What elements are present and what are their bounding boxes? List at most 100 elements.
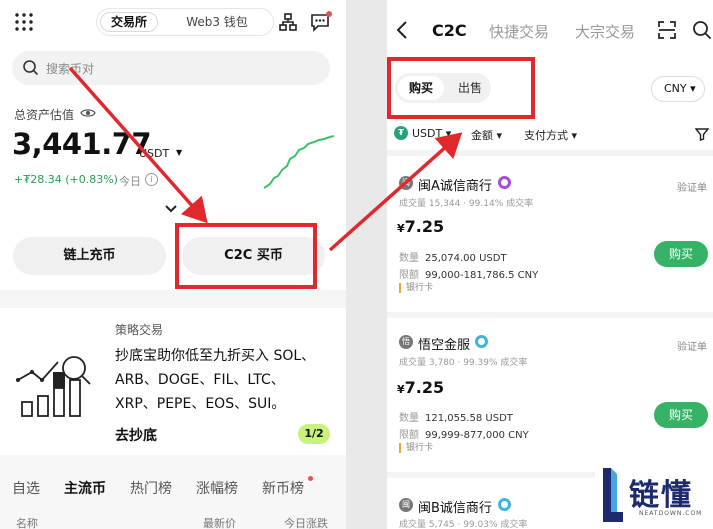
go-buy-dip-link[interactable]: 去抄底 [115, 425, 157, 445]
merchant-avatar: 闽 [399, 498, 413, 512]
tab-new-listings[interactable]: 新币榜 [262, 478, 304, 498]
tab-gainers[interactable]: 涨幅榜 [196, 478, 238, 498]
quantity-value: 25,074.00 USDT [425, 253, 507, 264]
merchant-stats: 成交量 15,344 · 99.14% 成交率 [399, 199, 534, 209]
notification-dot [326, 11, 332, 17]
section-divider [0, 290, 346, 308]
quantity-label: 数量 [399, 413, 419, 424]
search-icon[interactable] [692, 20, 712, 40]
verified-order-label: 验证单 [677, 183, 707, 194]
coin-filter[interactable]: USDT ▾ [412, 127, 451, 140]
neatdown-logo: 链懂 NEATDOWN.COM [595, 462, 713, 529]
asset-sparkline [263, 135, 334, 189]
buy-button[interactable]: 购买 [654, 241, 708, 267]
limit-value: 99,000-181,786.5 CNY [425, 270, 539, 281]
tab-favorites[interactable]: 自选 [12, 478, 40, 498]
total-asset-label: 总资产估值 [14, 108, 75, 122]
mode-switch: 交易所 Web3 钱包 [96, 8, 274, 36]
limit-label: 限额 [399, 270, 419, 281]
price-currency-symbol: ¥ [397, 222, 405, 235]
merchant-avatar: 悟 [399, 335, 413, 349]
screenshot-stage: 交易所 Web3 钱包 搜索币对 总资产估值 3,441.77 USDT ▼ +… [0, 0, 713, 529]
list-divider [387, 150, 713, 156]
column-today-change: 今日涨跌 [284, 517, 328, 529]
payment-method: 银行卡 [399, 283, 433, 293]
search-placeholder: 搜索币对 [46, 62, 95, 76]
scan-icon[interactable] [657, 20, 677, 40]
merchant-quantity: 数量 121,055.58 USDT [399, 409, 513, 424]
column-name: 名称 [16, 517, 38, 529]
strategy-description: 抄底宝助你低至九折买入 SOL、 ARB、DOGE、FIL、LTC、 XRP、P… [115, 344, 335, 416]
merchant-price: ¥7.25 [397, 378, 444, 397]
strategy-line-1: 抄底宝助你低至九折买入 SOL、 [115, 348, 316, 364]
amount-filter[interactable]: 金额 ▾ [471, 127, 502, 143]
limit-value: 99,999-877,000 CNY [425, 430, 529, 441]
list-divider [387, 312, 713, 318]
tab-web3-wallet[interactable]: Web3 钱包 [167, 12, 267, 32]
amount-filter-label: 金额 [471, 129, 493, 142]
merchant-price: ¥7.25 [397, 217, 444, 236]
onchain-deposit-button[interactable]: 链上充币 [13, 237, 166, 275]
info-icon[interactable]: i [145, 173, 158, 186]
search-icon [23, 60, 39, 76]
strategy-line-2: ARB、DOGE、FIL、LTC、 [115, 372, 285, 388]
tab-block-trade[interactable]: 大宗交易 [575, 21, 635, 42]
strategy-illustration-icon [16, 356, 91, 417]
limit-label: 限额 [399, 430, 419, 441]
network-icon[interactable] [278, 12, 298, 32]
asset-unit-selector[interactable]: USDT [139, 147, 169, 160]
today-label: 今日 [119, 175, 141, 188]
tab-hot[interactable]: 热门榜 [130, 478, 172, 498]
filter-funnel-icon[interactable] [695, 127, 709, 141]
chevron-down-icon[interactable] [164, 204, 178, 214]
tab-c2c[interactable]: C2C [432, 21, 467, 40]
search-input[interactable]: 搜索币对 [12, 51, 330, 85]
merchant-badge-icon [498, 176, 511, 189]
logo-l-mark-icon [603, 468, 623, 522]
strategy-line-3: XRP、PEPE、EOS、SUI。 [115, 396, 286, 412]
c2c-trade-screen: C2C 快捷交易 大宗交易 购买 出售 CNY ▾ ₮ USDT ▾ 金额 ▾ … [387, 0, 713, 529]
back-arrow-icon[interactable] [395, 20, 409, 40]
c2c-highlight-box [175, 223, 317, 289]
price-value: 7.25 [404, 378, 445, 397]
merchant-quantity: 数量 25,074.00 USDT [399, 249, 507, 264]
merchant-limit: 限额 99,000-181,786.5 CNY [399, 266, 538, 281]
merchant-stats: 成交量 3,780 · 99.39% 成交率 [399, 358, 528, 368]
buy-sell-highlight-box [387, 57, 535, 119]
price-value: 7.25 [404, 217, 445, 236]
caret-down-icon: ▼ [176, 148, 183, 157]
verified-order-label: 验证单 [677, 342, 707, 353]
usdt-coin-icon: ₮ [394, 126, 408, 140]
logo-english-text: NEATDOWN.COM [639, 510, 703, 517]
exchange-home-screen: 交易所 Web3 钱包 搜索币对 总资产估值 3,441.77 USDT ▼ +… [0, 0, 346, 529]
currency-label: CNY [664, 82, 687, 95]
tab-exchange[interactable]: 交易所 [100, 12, 158, 32]
strategy-title: 策略交易 [115, 323, 164, 337]
payment-filter-label: 支付方式 [524, 129, 568, 142]
currency-selector[interactable]: CNY ▾ [651, 76, 705, 102]
apps-grid-icon[interactable] [14, 12, 34, 32]
payment-filter[interactable]: 支付方式 ▾ [524, 127, 577, 143]
quantity-value: 121,055.58 USDT [425, 413, 513, 424]
logo-chinese-text: 链懂 [629, 478, 693, 513]
quantity-label: 数量 [399, 253, 419, 264]
merchant-badge-icon [475, 335, 488, 348]
price-currency-symbol: ¥ [397, 383, 405, 396]
merchant-badge-icon [498, 498, 511, 511]
payment-method: 银行卡 [399, 443, 433, 453]
merchant-name[interactable]: 悟空金服 [418, 334, 470, 353]
tab-quick-trade[interactable]: 快捷交易 [489, 21, 549, 42]
merchant-name[interactable]: 闽B诚信商行 [418, 497, 492, 516]
tab-mainstream[interactable]: 主流币 [64, 478, 106, 498]
eye-icon[interactable] [80, 107, 96, 119]
carousel-pager: 1/2 [298, 424, 330, 444]
coin-filter-label: USDT [412, 127, 443, 140]
merchant-avatar: 闽 [399, 176, 413, 190]
buy-button[interactable]: 购买 [654, 402, 708, 428]
merchant-limit: 限额 99,999-877,000 CNY [399, 426, 529, 441]
merchant-stats: 成交量 5,745 · 99.03% 成交率 [399, 520, 528, 529]
pnl-change: +₮28.34 (+0.83%) [14, 173, 118, 186]
column-latest-price: 最新价 [203, 517, 236, 529]
new-tab-dot [308, 476, 313, 481]
merchant-name[interactable]: 闽A诚信商行 [418, 175, 492, 194]
